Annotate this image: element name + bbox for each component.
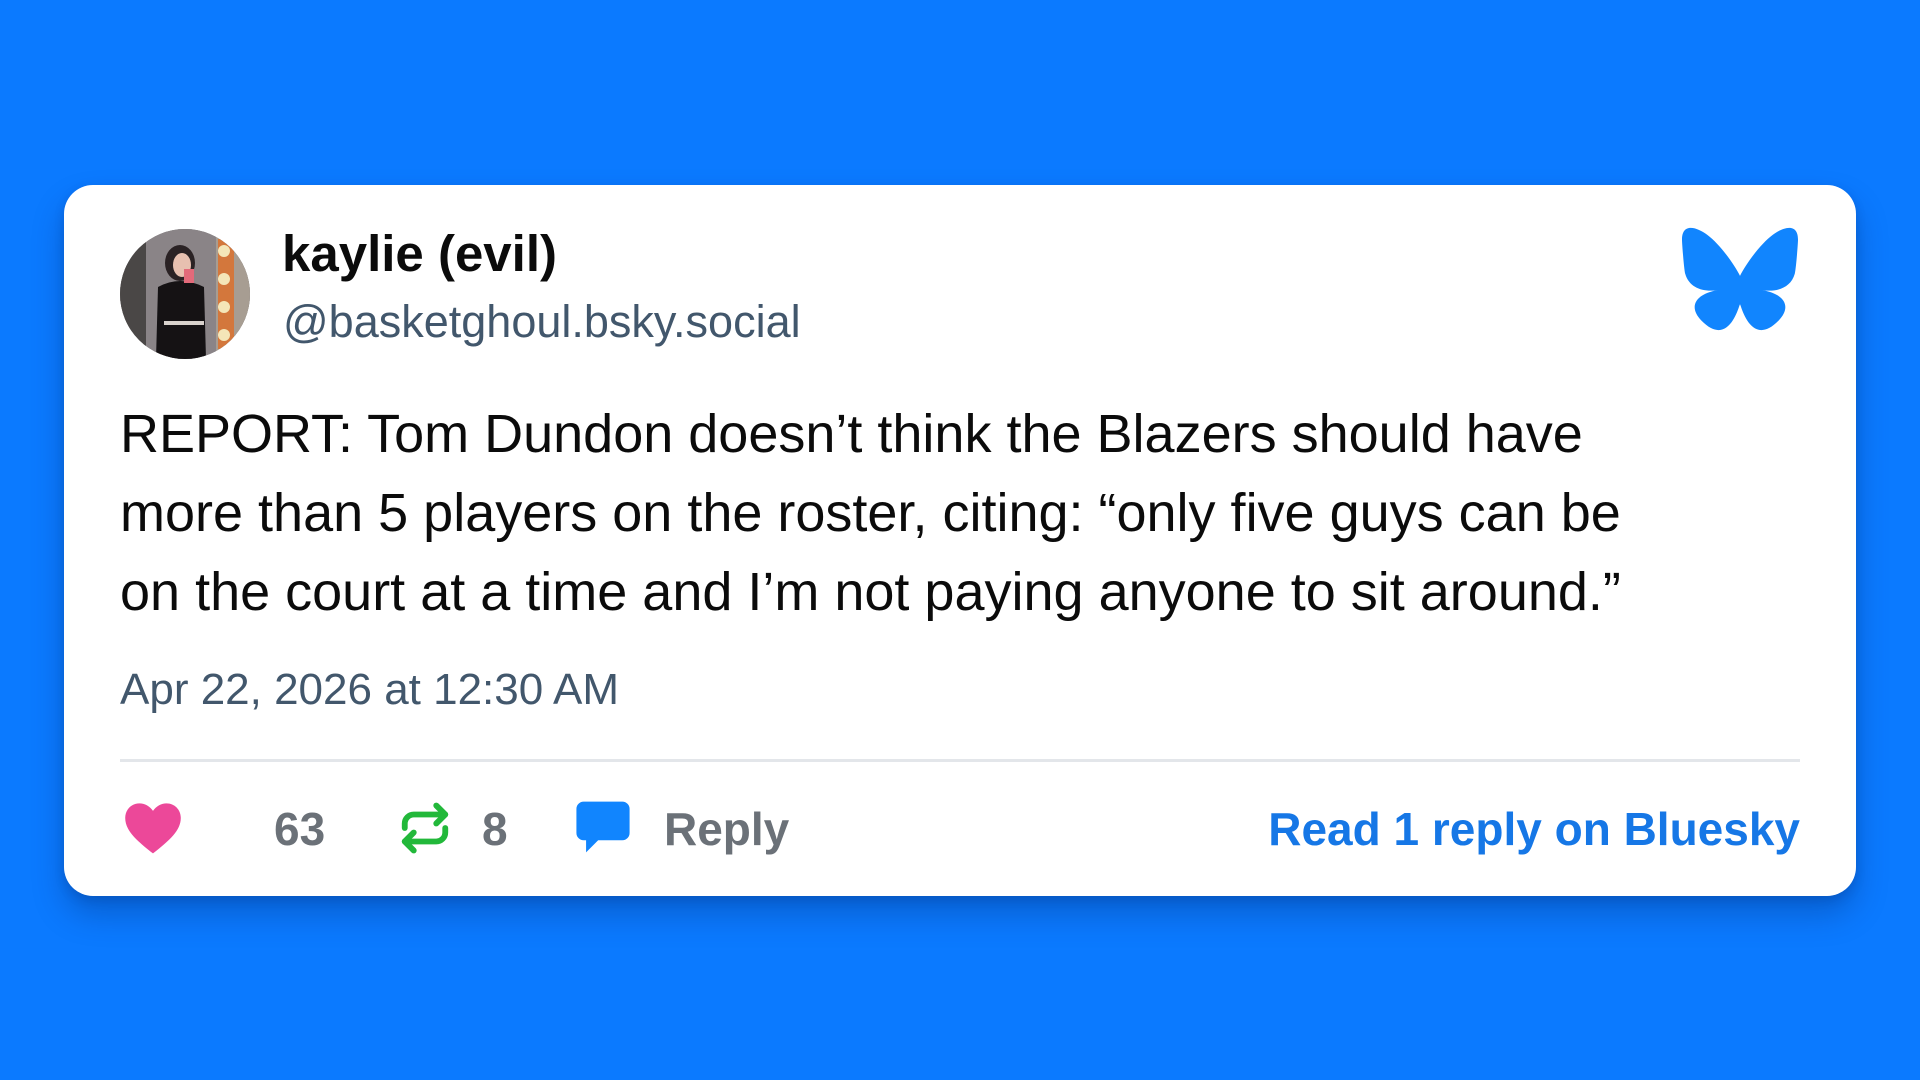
action-bar: 63 8 Reply Read 1 reply on Bluesky [120, 793, 1800, 873]
divider [120, 759, 1800, 762]
bluesky-butterfly-icon[interactable] [1680, 225, 1800, 333]
heart-icon[interactable] [124, 801, 182, 855]
post-card: kaylie (evil) @basketghoul.bsky.social R… [64, 185, 1856, 896]
post-text-line: more than 5 players on the roster, citin… [120, 483, 1621, 543]
post-text: REPORT: Tom Dundon doesn’t think the Bla… [120, 395, 1820, 632]
repost-count: 8 [482, 803, 508, 855]
reply-button[interactable]: Reply [664, 803, 789, 856]
read-replies-link[interactable]: Read 1 reply on Bluesky [1268, 803, 1800, 856]
post-text-line: REPORT: Tom Dundon doesn’t think the Bla… [120, 404, 1583, 464]
post-text-line: on the court at a time and I’m not payin… [120, 562, 1621, 622]
avatar-photo [120, 229, 250, 359]
repost-icon[interactable] [398, 801, 452, 855]
like-count: 63 [274, 803, 326, 855]
author-handle[interactable]: @basketghoul.bsky.social [283, 296, 801, 348]
page-background: kaylie (evil) @basketghoul.bsky.social R… [0, 0, 1920, 1080]
speech-bubble-icon[interactable] [574, 799, 632, 855]
post-timestamp[interactable]: Apr 22, 2026 at 12:30 AM [120, 665, 619, 716]
author-display-name[interactable]: kaylie (evil) [282, 225, 557, 284]
avatar[interactable] [120, 229, 250, 359]
